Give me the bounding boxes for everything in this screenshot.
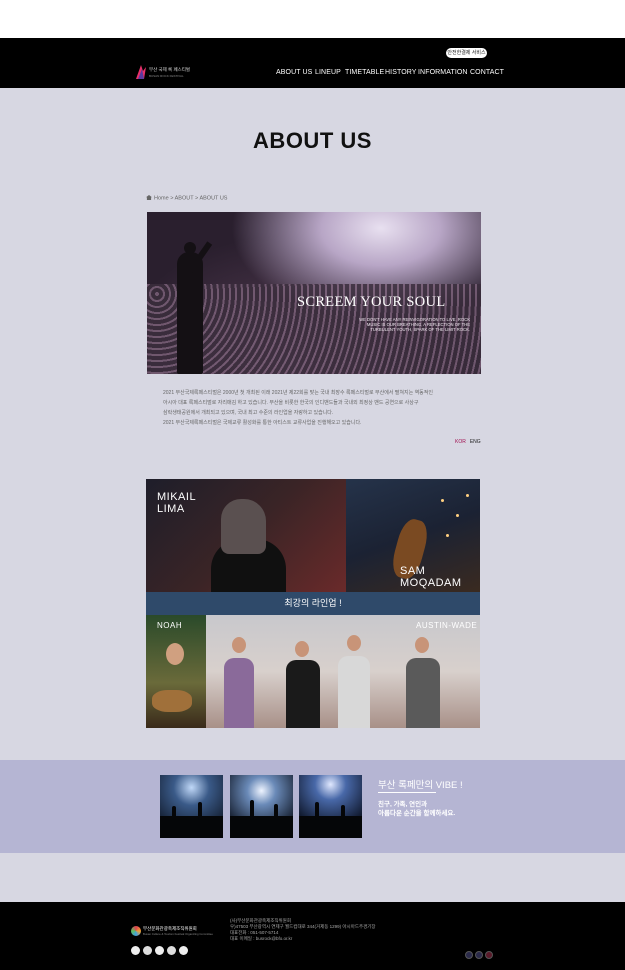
logo-subtext: BUSAN ROCK FESTIVAL [149, 74, 184, 78]
footer-logo-icon [131, 926, 141, 936]
lineup-caption-bar: 최강의 라인업 ! [146, 592, 480, 615]
vibe-divider [378, 792, 436, 793]
logo-mark-icon [136, 65, 146, 79]
footer-info-line: 대표 이메일 : busrock@bfo.or.kr [230, 936, 293, 941]
vibe-desc-line1: 친구, 가족, 연인과 [378, 801, 428, 808]
about-description: 2021 부산국제록페스티벌은 2000년 첫 개최된 이래 2021년 제22… [163, 388, 473, 428]
hero-image: SCREEM YOUR SOUL WE DON'T HAVE ANY REINV… [147, 212, 481, 374]
vibe-description: 친구, 가족, 연인과 아름다운 순간을 함께하세요. [378, 800, 455, 818]
footer-info: (사)부산문화관광축제조직위원회 우)47503 부산광역시 연제구 월드컵대로… [230, 918, 376, 942]
language-switch: KOR ENG [455, 439, 481, 445]
badge-icon[interactable] [167, 946, 176, 955]
badge-icon[interactable] [179, 946, 188, 955]
concert-photo-2[interactable] [230, 775, 293, 838]
lang-kor-button[interactable]: KOR [455, 439, 466, 445]
description-line: 아시아 대표 록페스티벌로 자리매김 하고 있습니다. 부산을 비롯한 한국의 … [163, 400, 419, 406]
badge-icon[interactable] [143, 946, 152, 955]
home-icon[interactable] [146, 195, 152, 200]
youtube-icon[interactable] [485, 951, 493, 959]
description-line: 2021 부산국제록페스티벌은 2000년 첫 개최된 이래 2021년 제22… [163, 390, 433, 396]
lineup-banner[interactable]: MIKAIL LIMA SAM MOQADAM 최강의 라인업 ! NOAH A… [146, 479, 480, 728]
footer-spacer [0, 853, 625, 902]
description-line: 삼락생태공원에서 개최되고 있으며, 국내 최고 수준의 라인업을 자랑하고 있… [163, 410, 334, 416]
artist-name-austin-wade: AUSTIN-WADE [416, 621, 478, 630]
site-footer: 부산문화관광축제조직위원회 Busan Culture & Tourism Fe… [0, 902, 625, 970]
footer-logo-subtext: Busan Culture & Tourism Festival Organiz… [143, 932, 213, 936]
nav-timetable[interactable]: TIMETABLE [345, 69, 384, 76]
artist-name-sam: SAM MOQADAM [400, 565, 462, 589]
artist-name-noah: NOAH [157, 621, 183, 630]
lang-eng-button[interactable]: ENG [470, 439, 481, 445]
footer-logo[interactable]: 부산문화관광축제조직위원회 Busan Culture & Tourism Fe… [131, 924, 213, 938]
breadcrumb: Home > ABOUT > ABOUT US [146, 195, 227, 202]
vibe-title: 부산 록페만의 VIBE ! [378, 780, 463, 791]
description-line: 2021 부산국제록페스티벌은 국제교류 활성화를 통한 아티스트 교류사업을 … [163, 420, 362, 426]
safe-payment-button[interactable]: 안전한결제 서비스 [446, 48, 487, 58]
vibe-desc-line2: 아름다운 순간을 함께하세요. [378, 810, 456, 817]
concert-photo-1[interactable] [160, 775, 223, 838]
hero-subtitle: WE DON'T HAVE ANY REINVIGORATION TO LIVE… [359, 317, 470, 333]
nav-history[interactable]: HISTORY [385, 69, 417, 76]
nav-lineup[interactable]: LINEUP [315, 69, 341, 76]
badge-icon[interactable] [155, 946, 164, 955]
badge-icon[interactable] [131, 946, 140, 955]
instagram-icon[interactable] [475, 951, 483, 959]
nav-contact[interactable]: CONTACT [470, 69, 504, 76]
nav-about-us[interactable]: ABOUT US [276, 69, 312, 76]
concert-photo-3[interactable] [299, 775, 362, 838]
top-margin [0, 0, 625, 38]
hero-title: SCREEM YOUR SOUL [297, 294, 446, 310]
logo-text: 부산 국제 록 페스티벌 [149, 67, 191, 72]
facebook-icon[interactable] [465, 951, 473, 959]
site-logo[interactable]: 부산 국제 록 페스티벌 BUSAN ROCK FESTIVAL [134, 63, 194, 83]
vibe-section: 부산 록페만의 VIBE ! 친구, 가족, 연인과 아름다운 순간을 함께하세… [0, 760, 625, 853]
breadcrumb-text[interactable]: Home > ABOUT > ABOUT US [154, 196, 227, 202]
artist-name-mikail: MIKAIL LIMA [157, 491, 197, 515]
page-title: ABOUT US [253, 128, 372, 153]
site-header: 부산 국제 록 페스티벌 BUSAN ROCK FESTIVAL 안전한결제 서… [0, 38, 625, 88]
lineup-caption: 최강의 라인업 ! [284, 598, 342, 608]
nav-information[interactable]: INFORMATION [418, 69, 468, 76]
